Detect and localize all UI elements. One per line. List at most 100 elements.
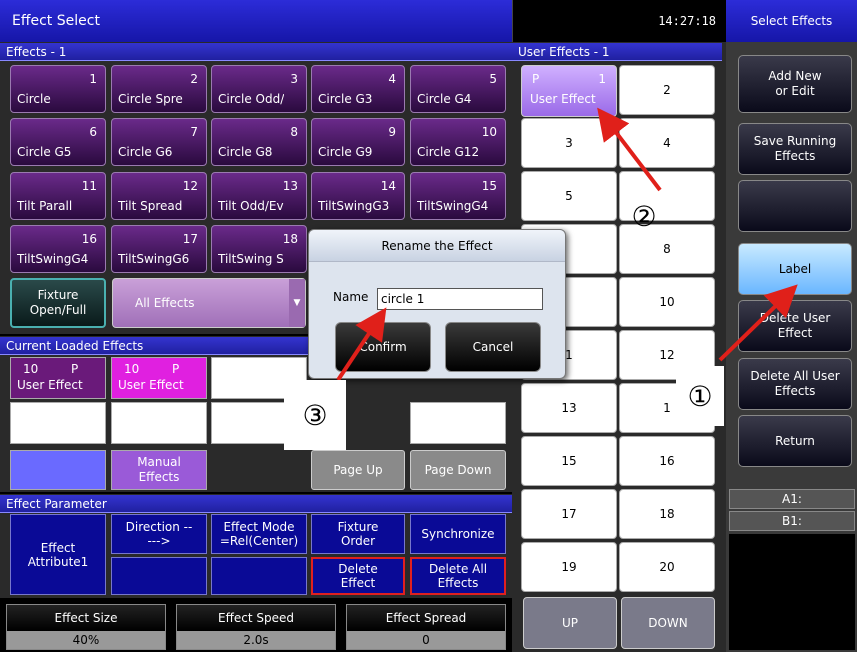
effect-name: Tilt Odd/Ev <box>218 199 284 213</box>
user-effect-slot[interactable]: 20 <box>619 542 715 592</box>
effect-button[interactable]: 8 Circle G8 <box>211 118 307 166</box>
loaded-cell-7[interactable] <box>410 402 506 444</box>
effect-button[interactable]: 13 Tilt Odd/Ev <box>211 172 307 220</box>
effect-number: 8 <box>290 125 298 139</box>
user-effect-slot[interactable]: 10 <box>619 277 715 327</box>
effect-size-slot[interactable]: Effect Size 40% <box>6 604 166 650</box>
confirm-label: Confirm <box>359 340 407 354</box>
user-effect-slot[interactable]: 18 <box>619 489 715 539</box>
return-label: Return <box>775 433 815 448</box>
effect-button[interactable]: 12 Tilt Spread <box>111 172 207 220</box>
confirm-button[interactable]: Confirm <box>335 322 431 372</box>
delete-user-effect-button[interactable]: Delete User Effect <box>738 300 852 352</box>
page-down-button[interactable]: Page Down <box>410 450 506 490</box>
user-effect-slot[interactable]: 13 <box>521 383 617 433</box>
add-new-edit-button[interactable]: Add New or Edit <box>738 55 852 113</box>
name-input[interactable] <box>377 288 543 310</box>
effect-button[interactable]: 16 TiltSwingG4 <box>10 225 106 273</box>
effect-button[interactable]: 17 TiltSwingG6 <box>111 225 207 273</box>
b1-indicator: B1: <box>729 511 855 531</box>
effect-button[interactable]: 15 TiltSwingG4 <box>410 172 506 220</box>
effect-name: Circle G8 <box>218 145 273 159</box>
effect-name: TiltSwingG4 <box>417 199 489 213</box>
loaded-cell-1[interactable]: 10 P User Effect <box>10 357 106 399</box>
effect-spread-slot[interactable]: Effect Spread 0 <box>346 604 506 650</box>
direction-button[interactable]: Direction -----> <box>111 514 207 554</box>
effect-button[interactable]: 2 Circle Spre <box>111 65 207 113</box>
user-effect-slot-label: 1 <box>663 401 671 415</box>
effect-button[interactable]: 18 TiltSwing S <box>211 225 307 273</box>
effect-name: TiltSwingG4 <box>17 252 89 266</box>
effect-button[interactable]: 5 Circle G4 <box>410 65 506 113</box>
effect-number: 14 <box>380 179 396 193</box>
color-swatch-button[interactable] <box>10 450 106 490</box>
loaded-cell-2[interactable]: 10 P User Effect <box>111 357 207 399</box>
synchronize-button[interactable]: Synchronize <box>410 514 506 554</box>
user-effect-1[interactable]: P 1 User Effect <box>521 65 617 117</box>
effect-button[interactable]: 11 Tilt Parall <box>10 172 106 220</box>
effect-filter-select[interactable]: All Effects ▼ <box>112 278 306 328</box>
user-effect-slot-label: 18 <box>659 507 675 521</box>
return-button[interactable]: Return <box>738 415 852 467</box>
effect-attribute-cell[interactable]: Effect Attribute1 <box>10 514 106 595</box>
a1-indicator: A1: <box>729 489 855 509</box>
param-empty-2[interactable] <box>211 557 307 595</box>
effect-button[interactable]: 9 Circle G9 <box>311 118 405 166</box>
delete-all-effects-label: Delete All Effects <box>428 562 488 590</box>
effect-number: 12 <box>182 179 198 193</box>
param-empty-1[interactable] <box>111 557 207 595</box>
delete-all-user-effects-button[interactable]: Delete All User Effects <box>738 358 852 410</box>
loaded-cell-4[interactable] <box>10 402 106 444</box>
a1-label: A1: <box>782 492 802 506</box>
name-field-label: Name <box>333 290 369 304</box>
user-effect-slot[interactable]: 4 <box>619 118 715 168</box>
user-effect-slot-label: 1 <box>565 348 573 362</box>
page-up-button[interactable]: Page Up <box>311 450 405 490</box>
cancel-button[interactable]: Cancel <box>445 322 541 372</box>
loaded-tag: P <box>71 362 79 376</box>
effect-name: Circle G9 <box>318 145 373 159</box>
delete-all-effects-button[interactable]: Delete All Effects <box>410 557 506 595</box>
effect-spread-label: Effect Spread <box>347 605 505 631</box>
effect-speed-slot[interactable]: Effect Speed 2.0s <box>176 604 336 650</box>
user-effect-slot-label: 12 <box>659 348 675 362</box>
effect-mode-button[interactable]: Effect Mode =Rel(Center) <box>211 514 307 554</box>
user-effect-slot[interactable]: 2 <box>619 65 715 115</box>
delete-effect-button[interactable]: Delete Effect <box>311 557 405 595</box>
loaded-num: 10 <box>23 362 39 376</box>
user-effect-slot[interactable]: 17 <box>521 489 617 539</box>
down-label: DOWN <box>648 616 688 630</box>
down-button[interactable]: DOWN <box>621 597 715 649</box>
user-effect-slot-label: 20 <box>659 560 675 574</box>
effect-button[interactable]: 4 Circle G3 <box>311 65 405 113</box>
effect-button[interactable]: 10 Circle G12 <box>410 118 506 166</box>
user-effect-slot[interactable]: 19 <box>521 542 617 592</box>
manual-effects-button[interactable]: Manual Effects <box>111 450 207 490</box>
window-title: Effect Select <box>12 13 100 29</box>
add-new-edit-label: Add New or Edit <box>768 69 822 98</box>
effect-button[interactable]: 3 Circle Odd/ <box>211 65 307 113</box>
effect-button[interactable]: 7 Circle G6 <box>111 118 207 166</box>
effect-button[interactable]: 6 Circle G5 <box>10 118 106 166</box>
effect-number: 3 <box>290 72 298 86</box>
effect-speed-value: 2.0s <box>177 631 335 649</box>
fixture-open-button[interactable]: Fixture Open/Full <box>10 278 106 328</box>
user-effect-slot[interactable]: 5 <box>521 171 617 221</box>
user-effect-slot[interactable]: 16 <box>619 436 715 486</box>
mode-bar: Select Effects <box>726 0 857 42</box>
user-effect-tag: P <box>532 72 540 86</box>
blank-sidebar-button[interactable] <box>738 180 852 232</box>
effect-number: 5 <box>489 72 497 86</box>
save-running-effects-button[interactable]: Save Running Effects <box>738 123 852 175</box>
user-effect-slot[interactable]: 15 <box>521 436 617 486</box>
fixture-order-button[interactable]: Fixture Order <box>311 514 405 554</box>
page-up-label: Page Up <box>333 463 383 477</box>
effect-button[interactable]: 1 Circle <box>10 65 106 113</box>
label-button[interactable]: Label <box>738 243 852 295</box>
effect-button[interactable]: 14 TiltSwingG3 <box>311 172 405 220</box>
effect-number: 1 <box>89 72 97 86</box>
loaded-cell-5[interactable] <box>111 402 207 444</box>
user-effect-slot[interactable]: 3 <box>521 118 617 168</box>
effect-name: TiltSwing S <box>218 252 284 266</box>
up-button[interactable]: UP <box>523 597 617 649</box>
